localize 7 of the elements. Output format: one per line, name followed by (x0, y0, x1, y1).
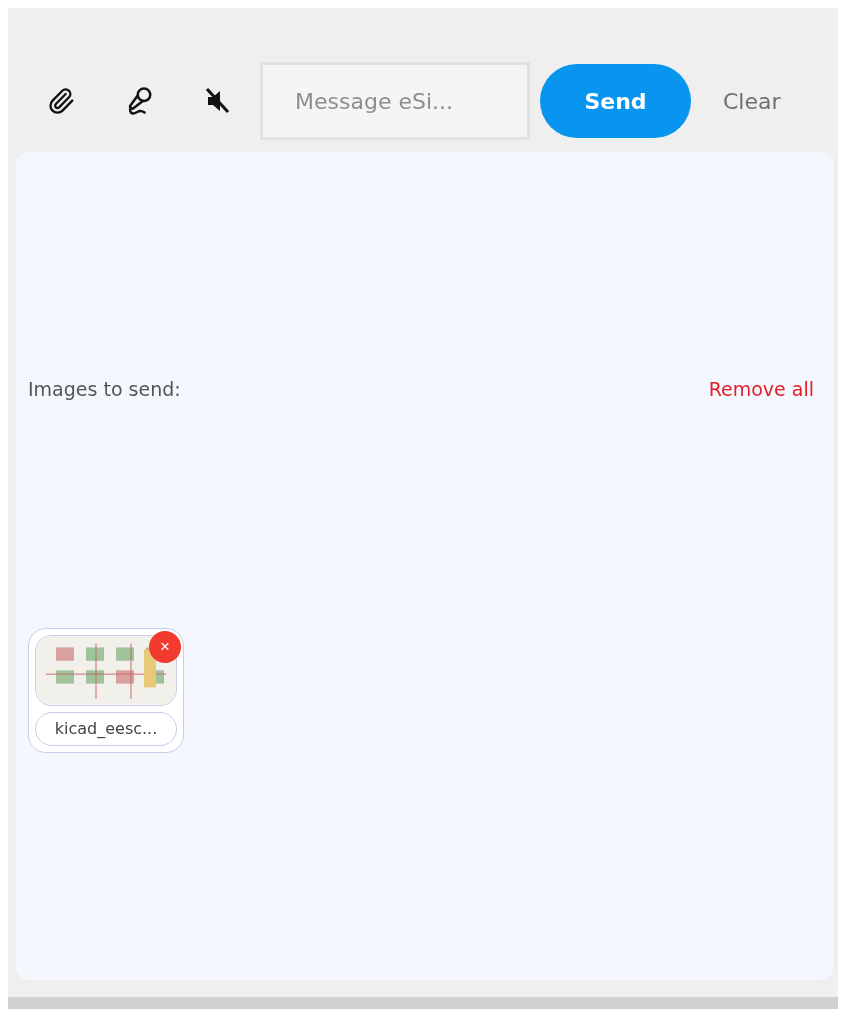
message-input[interactable]: Message eSi... (260, 62, 530, 140)
remove-image-button[interactable]: × (149, 631, 181, 663)
send-button[interactable]: Send (540, 64, 691, 138)
paperclip-icon (47, 87, 75, 115)
remove-all-link[interactable]: Remove all (708, 378, 814, 400)
clear-button[interactable]: Clear (699, 78, 805, 124)
images-label: Images to send: (28, 378, 181, 400)
